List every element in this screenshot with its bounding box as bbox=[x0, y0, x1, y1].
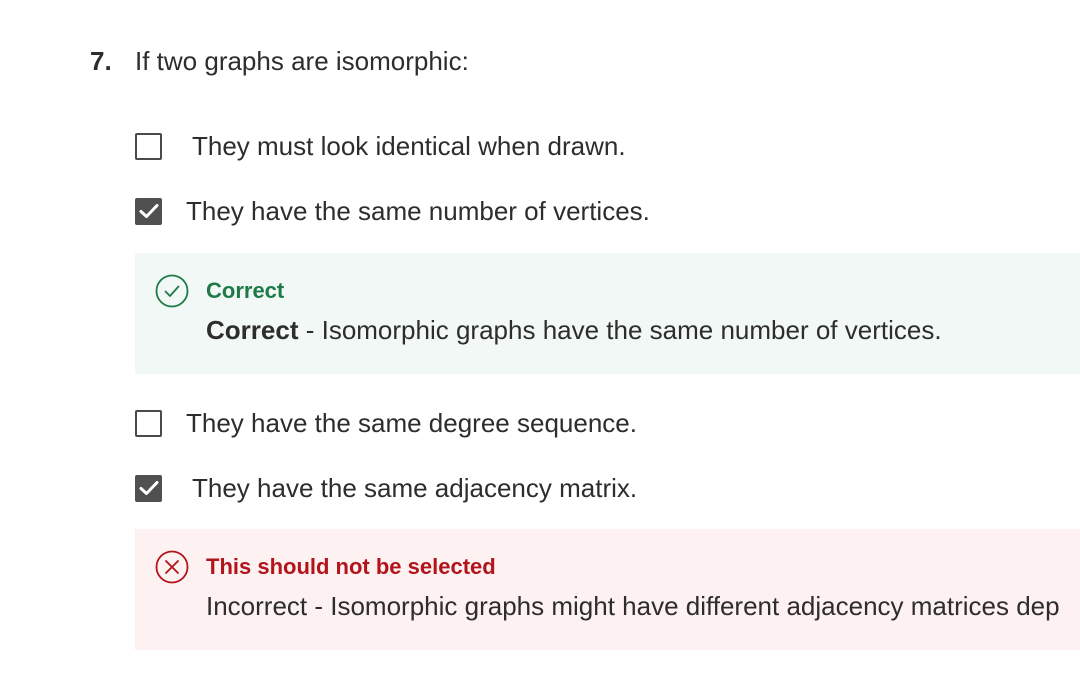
checkbox-checked[interactable] bbox=[135, 474, 162, 502]
option-label: They have the same degree sequence. bbox=[186, 407, 637, 438]
option-label: They have the same number of vertices. bbox=[186, 195, 650, 226]
feedback-title: This should not be selected bbox=[206, 554, 496, 579]
feedback-body: - Isomorphic graphs have the same number… bbox=[298, 315, 942, 345]
checkbox-unchecked[interactable] bbox=[135, 409, 162, 437]
checkbox-unchecked[interactable] bbox=[135, 132, 162, 160]
option-4[interactable]: They have the same adjacency matrix. bbox=[135, 471, 637, 505]
feedback-lead: Correct bbox=[206, 315, 299, 345]
option-label: They must look identical when drawn. bbox=[192, 130, 626, 161]
option-label: They have the same adjacency matrix. bbox=[192, 472, 638, 503]
feedback-incorrect: This should not be selected Incorrect - … bbox=[135, 529, 1080, 650]
check-circle-icon bbox=[155, 274, 189, 308]
question-number: 7. bbox=[90, 46, 112, 76]
checkmark-icon bbox=[139, 204, 158, 218]
feedback-text: Correct - Isomorphic graphs have the sam… bbox=[206, 315, 942, 346]
quiz-question: 7. If two graphs are isomorphic: They mu… bbox=[0, 0, 1080, 689]
option-3[interactable]: They have the same degree sequence. bbox=[135, 406, 637, 440]
x-circle-icon bbox=[155, 550, 189, 584]
question-text: If two graphs are isomorphic: bbox=[135, 46, 469, 76]
feedback-title: Correct bbox=[206, 278, 285, 303]
feedback-text: Incorrect - Isomorphic graphs might have… bbox=[206, 591, 1060, 621]
option-1[interactable]: They must look identical when drawn. bbox=[135, 129, 626, 163]
option-2[interactable]: They have the same number of vertices. bbox=[135, 194, 650, 228]
checkbox-checked[interactable] bbox=[135, 197, 162, 225]
checkmark-icon bbox=[139, 481, 158, 495]
feedback-correct: Correct Correct - Isomorphic graphs have… bbox=[135, 253, 1080, 374]
